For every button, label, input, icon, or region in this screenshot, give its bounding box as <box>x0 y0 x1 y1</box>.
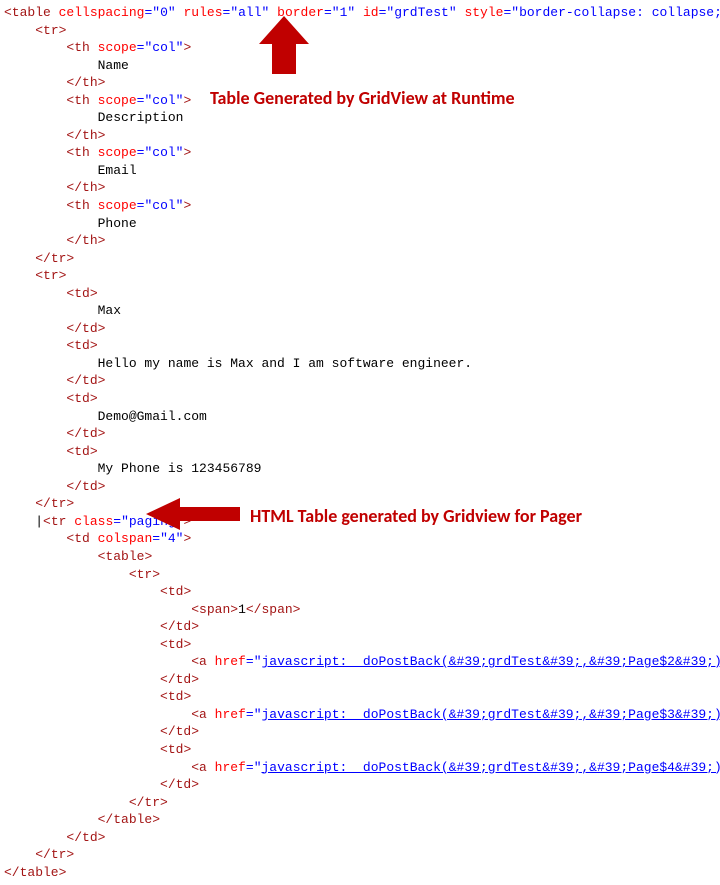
arrow-left-icon <box>144 494 244 534</box>
code-block: <table cellspacing="0" rules="all" borde… <box>4 4 720 881</box>
arrow-up-icon <box>254 14 314 84</box>
